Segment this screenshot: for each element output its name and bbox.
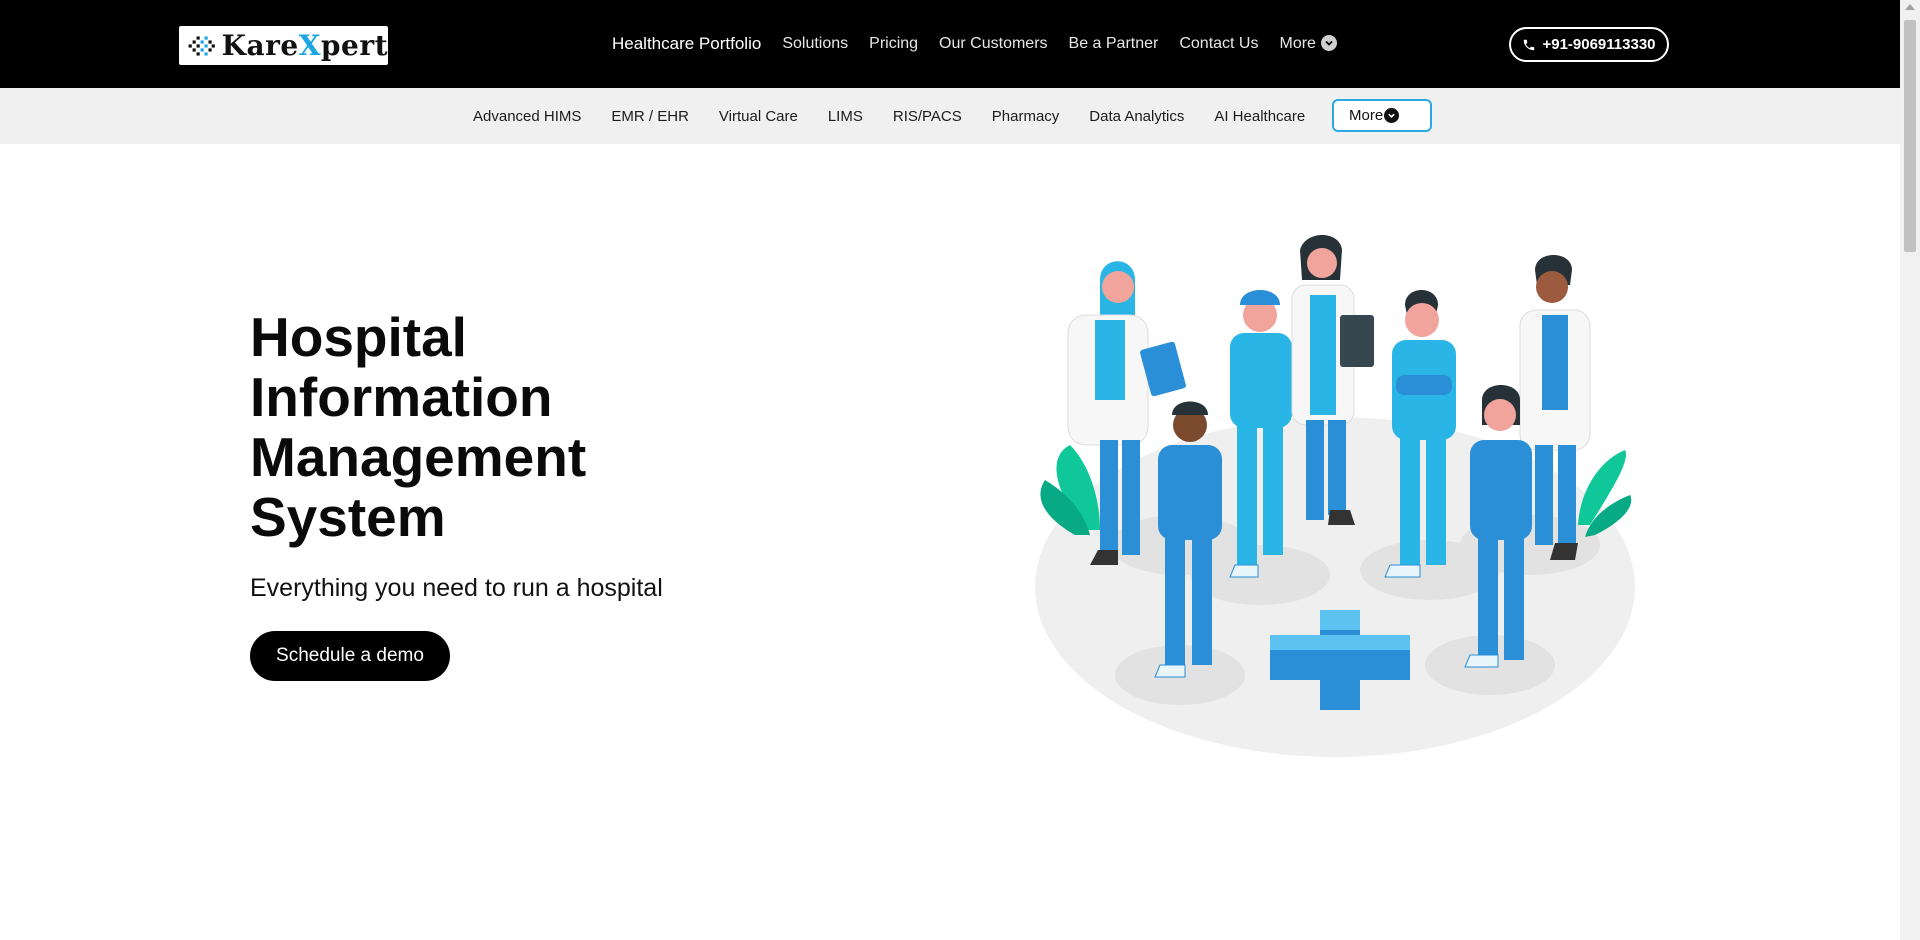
chevron-down-icon xyxy=(1320,35,1337,51)
hero-title-line: Hospital xyxy=(250,306,467,368)
logo-mark-icon xyxy=(188,35,215,56)
nav-our-customers[interactable]: Our Customers xyxy=(939,35,1047,53)
subnav-data-analytics[interactable]: Data Analytics xyxy=(1089,108,1184,125)
hero-title: Hospital Information Management System xyxy=(250,307,810,547)
nav-more-label: More xyxy=(1279,35,1316,52)
nav-more[interactable]: More xyxy=(1279,35,1337,53)
nav-be-a-partner[interactable]: Be a Partner xyxy=(1069,35,1159,53)
subnav-ris-pacs[interactable]: RIS/PACS xyxy=(893,108,962,125)
subnav-more-button[interactable]: More xyxy=(1332,99,1432,132)
subnav-ai-healthcare[interactable]: AI Healthcare xyxy=(1214,108,1305,125)
subnav-lims[interactable]: LIMS xyxy=(828,108,863,125)
medical-team-illustration xyxy=(1035,235,1635,757)
subnav-virtual-care[interactable]: Virtual Care xyxy=(719,108,798,125)
top-header: KareXpert Healthcare Portfolio Solutions… xyxy=(0,0,1900,88)
hero-title-line: Management xyxy=(250,426,587,488)
phone-number: +91-9069113330 xyxy=(1542,36,1656,53)
schedule-demo-button[interactable]: Schedule a demo xyxy=(250,631,450,681)
subnav-more-label: More xyxy=(1349,107,1384,124)
nav-contact-us[interactable]: Contact Us xyxy=(1179,35,1258,53)
nav-solutions[interactable]: Solutions xyxy=(782,35,848,53)
hero-subtitle: Everything you need to run a hospital xyxy=(250,574,663,602)
nav-healthcare-portfolio[interactable]: Healthcare Portfolio xyxy=(612,34,761,54)
main-nav: Healthcare Portfolio Solutions Pricing O… xyxy=(612,0,1358,88)
logo-text: KareXpert xyxy=(221,29,388,62)
hero-title-line: Information xyxy=(250,366,553,428)
page-scrollbar[interactable] xyxy=(1900,0,1920,940)
subnav-advanced-hims[interactable]: Advanced HIMS xyxy=(473,108,581,125)
subnav-emr-ehr[interactable]: EMR / EHR xyxy=(611,108,689,125)
product-subnav: Advanced HIMS EMR / EHR Virtual Care LIM… xyxy=(0,88,1900,144)
nav-pricing[interactable]: Pricing xyxy=(869,35,918,53)
phone-button[interactable]: +91-9069113330 xyxy=(1509,27,1669,62)
karexpert-logo[interactable]: KareXpert xyxy=(179,26,388,65)
scrollbar-thumb[interactable] xyxy=(1904,20,1916,252)
page: KareXpert Healthcare Portfolio Solutions… xyxy=(0,0,1920,940)
hero-title-line: System xyxy=(250,486,446,548)
scroll-up-arrow-icon[interactable] xyxy=(1905,4,1915,10)
chevron-down-icon xyxy=(1384,108,1400,123)
phone-icon xyxy=(1524,39,1535,50)
subnav-pharmacy[interactable]: Pharmacy xyxy=(992,108,1060,125)
